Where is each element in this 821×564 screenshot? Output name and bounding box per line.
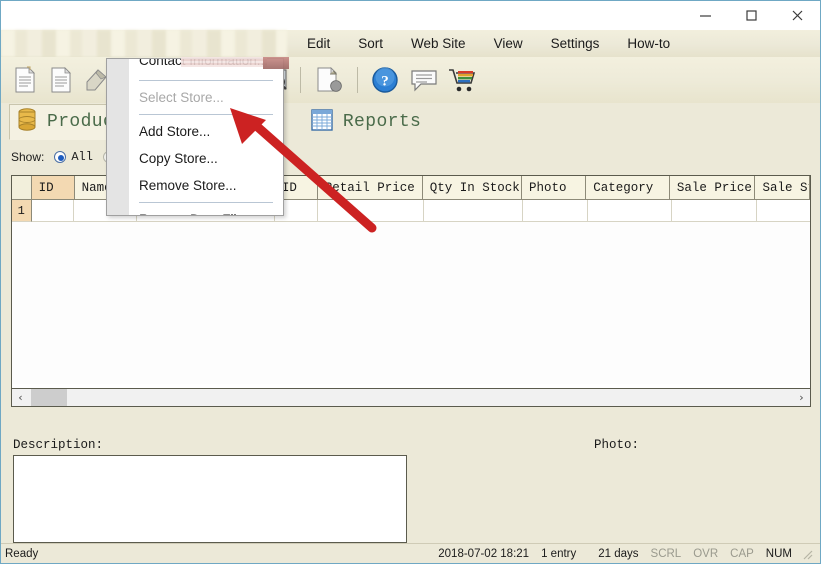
- status-right-group: 2018-07-02 18:21 1 entry 21 days SCRL OV…: [432, 547, 820, 561]
- menu-separator: [139, 202, 273, 203]
- radio-option-all[interactable]: All: [54, 150, 93, 164]
- settings-dropdown-menu[interactable]: Contact Information... Select Store... A…: [106, 58, 284, 216]
- copy-document-icon[interactable]: [43, 60, 79, 100]
- photo-label: Photo:: [594, 438, 640, 452]
- redacted-menu-region: [1, 30, 287, 57]
- grid-body: 1: [12, 200, 810, 384]
- menu-separator: [139, 114, 273, 115]
- application-window: Edit Sort Web Site View Settings How-to: [0, 0, 821, 564]
- status-indicator-num: NUM: [765, 547, 792, 560]
- grid-header-photo[interactable]: Photo: [521, 176, 587, 200]
- menu-option-select-store: Select Store...: [139, 90, 224, 105]
- cell-sale-start[interactable]: [757, 200, 810, 222]
- grid-header-retail-price[interactable]: Retail Price: [317, 176, 423, 200]
- menu-separator: [139, 80, 273, 81]
- tab-reports[interactable]: Reports: [304, 104, 435, 140]
- toolbar-separator: [300, 67, 301, 93]
- grid-header-sale-price[interactable]: Sale Price: [669, 176, 756, 200]
- minimize-button[interactable]: [682, 1, 728, 30]
- grid-header-category[interactable]: Category: [586, 176, 670, 200]
- menu-option-copy-store[interactable]: Copy Store...: [107, 145, 283, 172]
- show-label: Show:: [11, 150, 45, 164]
- toolbar-separator: [357, 67, 358, 93]
- grid-header-qty-in-stock[interactable]: Qty In Stock: [422, 176, 522, 200]
- status-bar: Ready 2018-07-02 18:21 1 entry 21 days S…: [1, 543, 820, 563]
- grid-header-corner[interactable]: [12, 176, 32, 200]
- cell-retail-price[interactable]: [318, 200, 424, 222]
- menu-item-sort[interactable]: Sort: [344, 30, 397, 57]
- menu-item-list: Edit Sort Web Site View Settings How-to: [293, 30, 684, 57]
- menu-bar: Edit Sort Web Site View Settings How-to: [1, 30, 820, 57]
- tab-reports-label: Reports: [342, 112, 422, 132]
- status-indicator-cap: CAP: [730, 547, 754, 560]
- grid-horizontal-scrollbar[interactable]: ‹ ›: [11, 388, 811, 407]
- description-input[interactable]: [13, 455, 407, 543]
- help-icon[interactable]: ?: [365, 60, 405, 100]
- menu-option-restore-data-file[interactable]: Restore Data File...: [107, 206, 283, 215]
- radio-all-label: All: [71, 150, 93, 164]
- cell-category[interactable]: [587, 200, 672, 222]
- database-icon: [16, 107, 38, 138]
- new-document-icon[interactable]: [7, 60, 43, 100]
- scroll-right-arrow-icon[interactable]: ›: [793, 389, 810, 406]
- publish-web-icon[interactable]: [308, 60, 350, 100]
- comment-icon[interactable]: [405, 60, 443, 100]
- status-indicator-ovr: OVR: [693, 547, 719, 560]
- cell-id[interactable]: [31, 200, 75, 222]
- description-label: Description:: [13, 438, 104, 452]
- menu-item-settings[interactable]: Settings: [537, 30, 614, 57]
- shopping-cart-icon[interactable]: [443, 60, 483, 100]
- status-ready-text: Ready: [5, 547, 39, 560]
- cell-qty-in-stock[interactable]: [423, 200, 524, 222]
- status-entry-count: 1 entry: [541, 547, 577, 560]
- spreadsheet-icon: [310, 108, 334, 137]
- menu-item-how-to[interactable]: How-to: [613, 30, 684, 57]
- redacted-block: [263, 57, 289, 69]
- svg-text:?: ?: [381, 74, 389, 90]
- radio-all-icon[interactable]: [54, 151, 67, 163]
- title-bar: [1, 1, 820, 30]
- status-days-remaining: 21 days: [598, 547, 639, 560]
- row-number[interactable]: 1: [12, 200, 32, 222]
- cell-photo[interactable]: [523, 200, 588, 222]
- cell-sale-price[interactable]: [671, 200, 758, 222]
- menu-option-add-store[interactable]: Add Store...: [107, 118, 283, 145]
- close-button[interactable]: [774, 1, 820, 30]
- menu-option-remove-store[interactable]: Remove Store...: [107, 172, 283, 199]
- grid-empty-area: [12, 222, 810, 384]
- grid-header-id[interactable]: ID: [31, 176, 75, 200]
- status-indicator-scrl: SCRL: [650, 547, 682, 560]
- maximize-button[interactable]: [728, 1, 774, 30]
- menu-item-view[interactable]: View: [480, 30, 537, 57]
- scrollbar-thumb[interactable]: [31, 389, 67, 406]
- menu-item-edit[interactable]: Edit: [293, 30, 344, 57]
- grid-header-sale-start[interactable]: Sale Sta: [755, 176, 810, 200]
- scrollbar-track[interactable]: [29, 389, 793, 406]
- scroll-left-arrow-icon[interactable]: ‹: [12, 389, 29, 406]
- status-timestamp: 2018-07-02 18:21: [438, 547, 530, 560]
- redacted-strip: [181, 57, 267, 67]
- menu-item-web-site[interactable]: Web Site: [397, 30, 480, 57]
- resize-grip-icon[interactable]: [800, 547, 814, 561]
